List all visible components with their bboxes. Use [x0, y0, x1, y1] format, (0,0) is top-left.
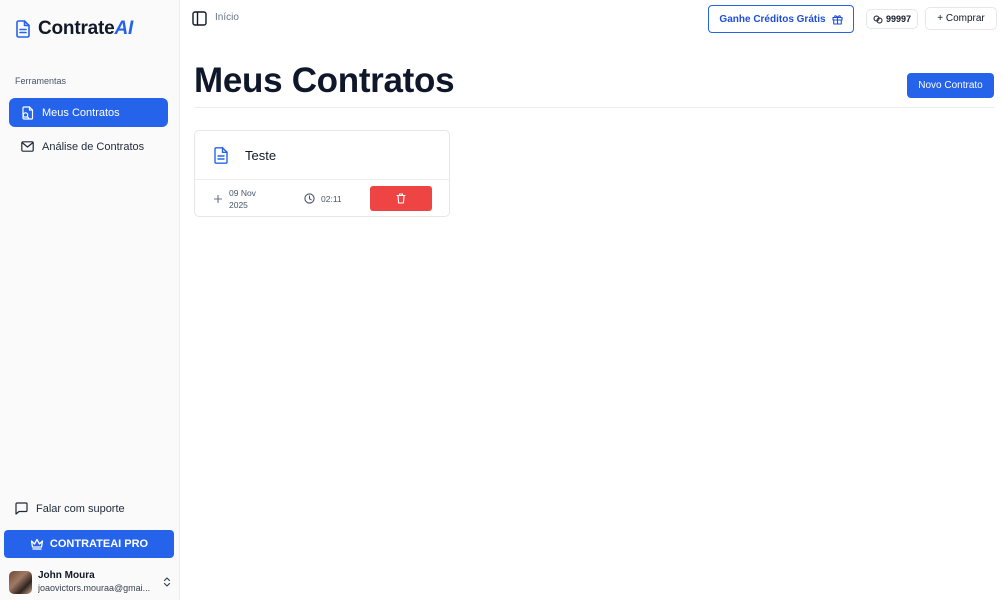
user-menu[interactable]: John Moura joaovictors.mouraa@gmai...	[9, 568, 171, 596]
user-name: John Moura	[38, 570, 95, 581]
brand-logo[interactable]: ContrateAI	[15, 18, 133, 40]
delete-contract-button[interactable]	[370, 186, 432, 211]
plus-icon	[214, 195, 222, 203]
mail-icon	[21, 141, 34, 152]
contrateai-pro-button[interactable]: CONTRATEAI PRO	[4, 530, 174, 558]
credit-balance-value: 99997	[886, 14, 912, 24]
free-credits-button[interactable]: Ganhe Créditos Grátis	[708, 5, 854, 33]
clock-icon	[304, 193, 315, 204]
contract-list-icon	[22, 105, 34, 120]
contract-created-time: 02:11	[304, 193, 342, 204]
free-credits-label: Ganhe Créditos Grátis	[719, 13, 826, 25]
avatar	[9, 570, 32, 594]
chevron-up-down-icon	[163, 577, 171, 587]
credit-balance: 99997	[866, 9, 919, 29]
trash-icon	[396, 193, 406, 204]
contract-created-date: 09 Nov 2025	[214, 187, 265, 211]
section-label-tools: Ferramentas	[15, 76, 67, 86]
coins-icon	[873, 15, 883, 23]
sidebar: ContrateAI Ferramentas Meus Contratos An…	[0, 0, 180, 600]
contract-card-header[interactable]: Teste	[195, 131, 449, 180]
new-contract-button[interactable]: Novo Contrato	[907, 73, 994, 98]
sidebar-item-meus-contratos[interactable]: Meus Contratos	[9, 98, 168, 127]
document-icon	[214, 146, 228, 164]
gift-icon	[832, 14, 843, 25]
pro-label: CONTRATEAI PRO	[49, 538, 149, 550]
contract-date: 09 Nov 2025	[229, 188, 256, 210]
support-label: Falar com suporte	[36, 502, 125, 515]
contract-time: 02:11	[321, 193, 342, 204]
user-email: joaovictors.mouraa@gmai...	[38, 583, 151, 593]
title-divider	[194, 107, 994, 108]
sidebar-item-analise-contratos[interactable]: Análise de Contratos	[9, 132, 168, 161]
contract-title: Teste	[245, 147, 277, 163]
document-icon	[16, 20, 30, 38]
sidebar-item-label: Meus Contratos	[42, 106, 120, 119]
sidebar-toggle-button[interactable]	[192, 11, 207, 31]
chat-icon	[15, 502, 28, 515]
user-info: John Moura joaovictors.mouraa@gmai...	[38, 570, 156, 594]
brand-name: ContrateAI	[38, 18, 134, 39]
breadcrumb[interactable]: Início	[215, 12, 239, 23]
buy-label: + Comprar	[937, 13, 985, 24]
contract-card: Teste 09 Nov 2025 02:11	[194, 130, 450, 217]
support-link[interactable]: Falar com suporte	[15, 502, 125, 515]
buy-credits-button[interactable]: + Comprar	[925, 7, 997, 30]
new-contract-label: Novo Contrato	[918, 80, 983, 91]
sidebar-toggle-icon	[192, 11, 207, 26]
sidebar-item-label: Análise de Contratos	[42, 140, 145, 153]
page-title: Meus Contratos	[194, 61, 455, 100]
crown-icon	[30, 538, 44, 550]
